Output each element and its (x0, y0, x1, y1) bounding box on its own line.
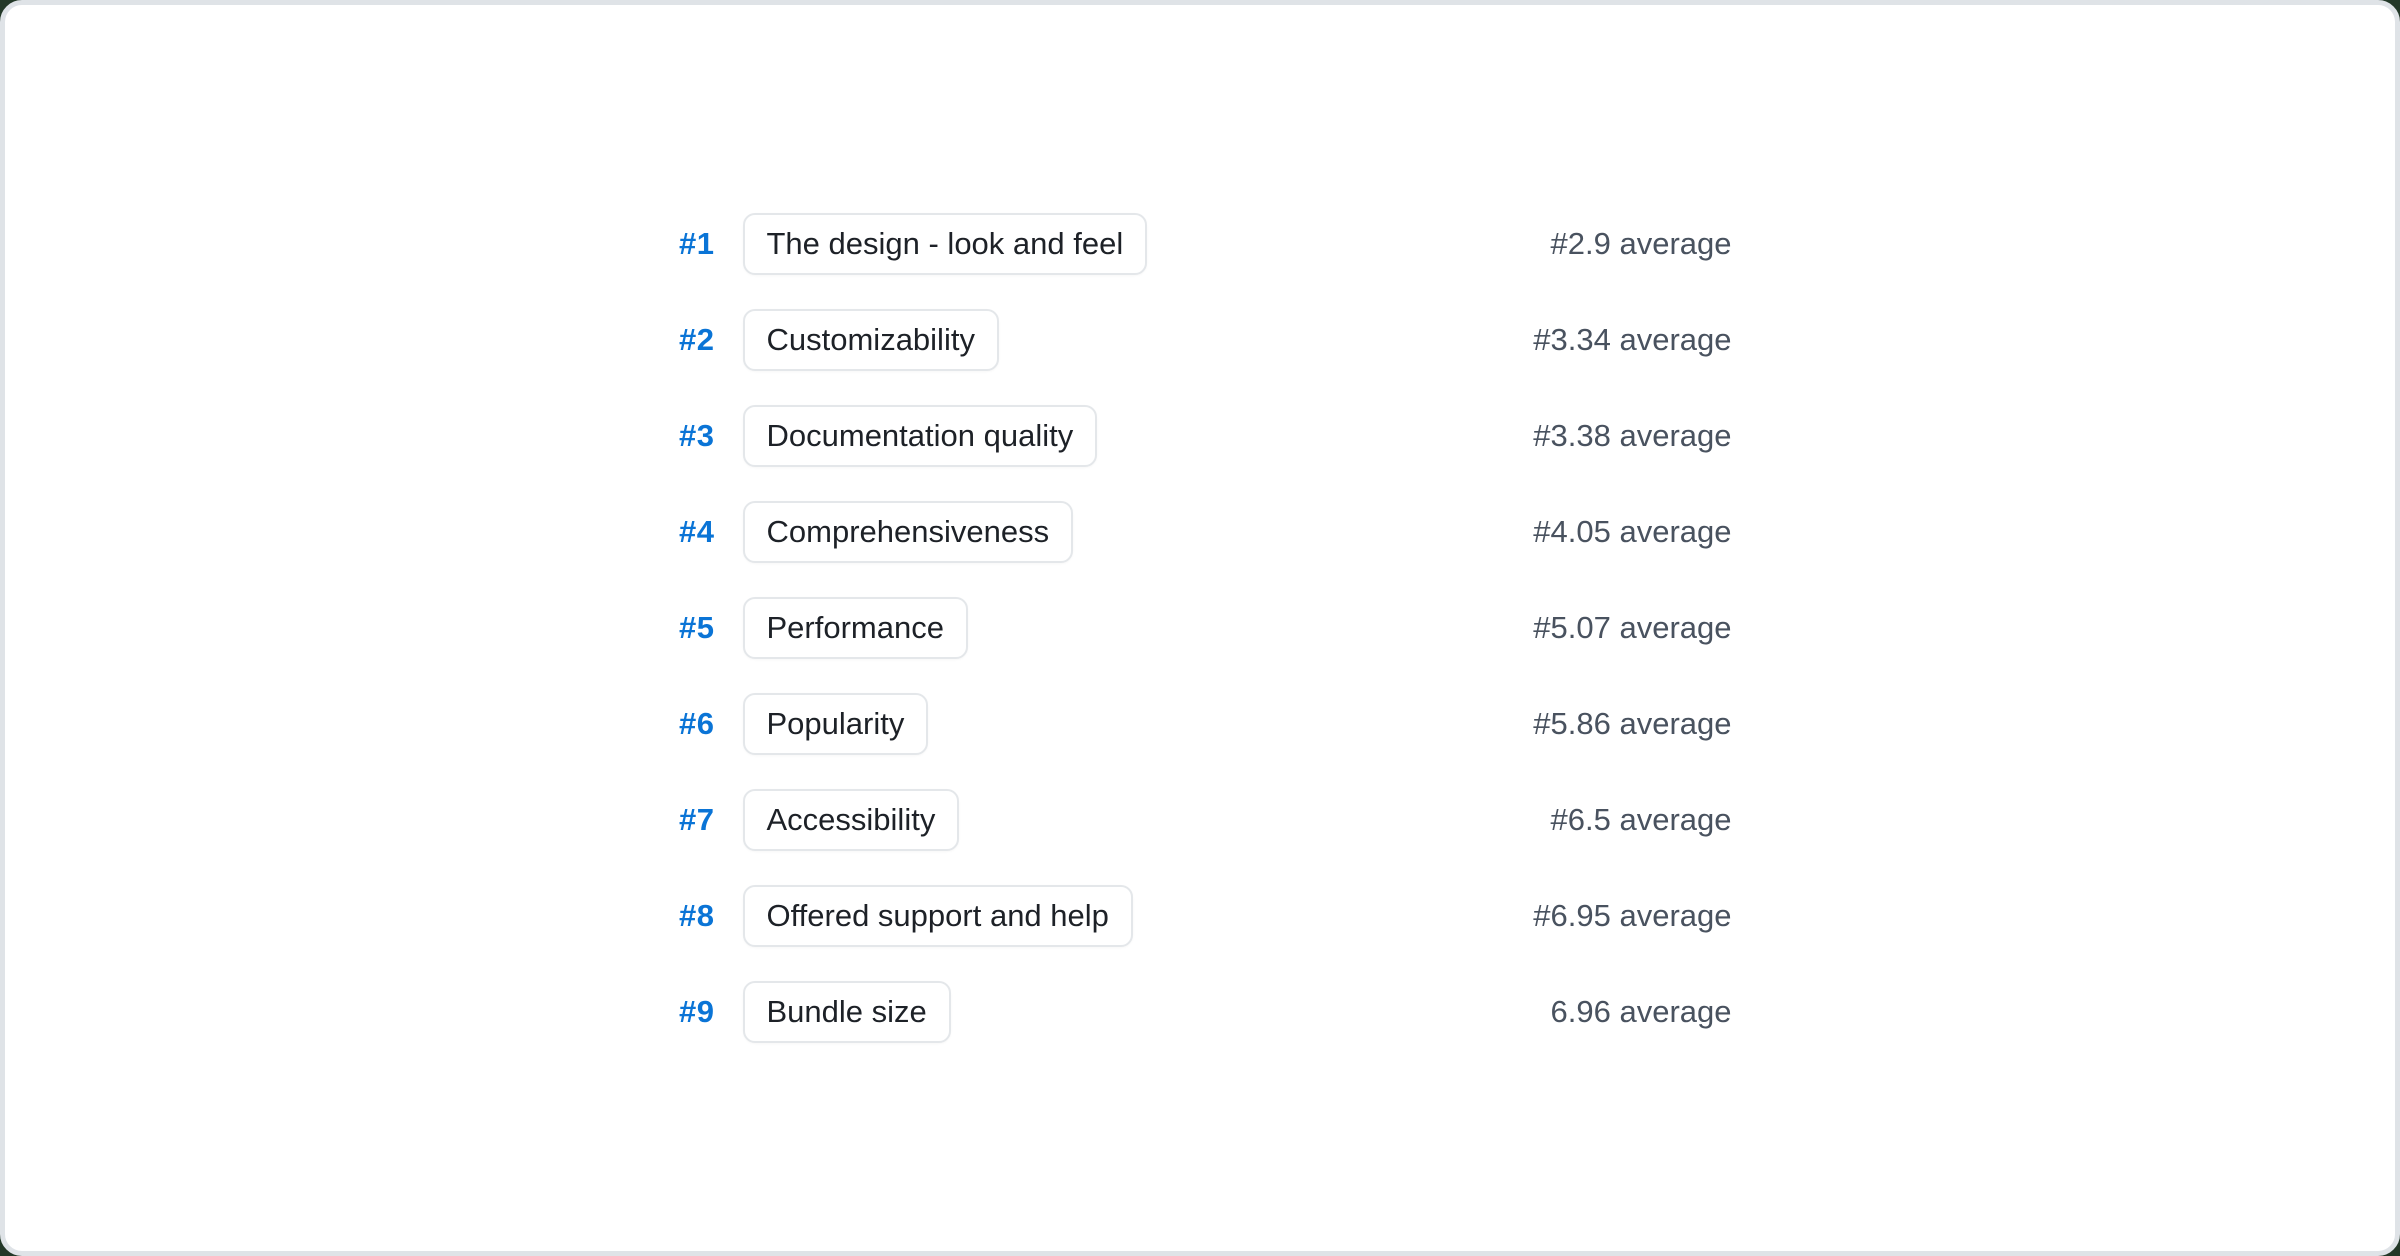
ranking-option-chip[interactable]: Bundle size (743, 981, 951, 1043)
average-score: #5.86 average (1533, 706, 1731, 742)
option-label: Comprehensiveness (767, 514, 1050, 550)
rank-number: #7 (669, 802, 715, 838)
option-label: Bundle size (767, 994, 927, 1030)
ranking-row: #3 Documentation quality #3.38 average (669, 388, 1732, 484)
ranking-option-chip[interactable]: Documentation quality (743, 405, 1098, 467)
ranking-row: #5 Performance #5.07 average (669, 580, 1732, 676)
ranking-option-chip[interactable]: Comprehensiveness (743, 501, 1074, 563)
average-score: #3.34 average (1533, 322, 1731, 358)
option-label: The design - look and feel (767, 226, 1124, 262)
average-score: #2.9 average (1551, 226, 1732, 262)
average-score: #6.95 average (1533, 898, 1731, 934)
ranking-row: #8 Offered support and help #6.95 averag… (669, 868, 1732, 964)
option-label: Offered support and help (767, 898, 1109, 934)
average-score: #5.07 average (1533, 610, 1731, 646)
ranking-option-chip[interactable]: Popularity (743, 693, 929, 755)
ranking-results-list: #1 The design - look and feel #2.9 avera… (669, 196, 1732, 1060)
rank-number: #2 (669, 322, 715, 358)
rank-number: #6 (669, 706, 715, 742)
ranking-row: #9 Bundle size 6.96 average (669, 964, 1732, 1060)
ranking-row: #2 Customizability #3.34 average (669, 292, 1732, 388)
ranking-option-chip[interactable]: Offered support and help (743, 885, 1133, 947)
rank-number: #9 (669, 994, 715, 1030)
average-score: #6.5 average (1551, 802, 1732, 838)
ranking-option-chip[interactable]: Accessibility (743, 789, 960, 851)
ranking-row: #6 Popularity #5.86 average (669, 676, 1732, 772)
rank-number: #3 (669, 418, 715, 454)
average-score: 6.96 average (1551, 994, 1732, 1030)
option-label: Accessibility (767, 802, 936, 838)
option-label: Popularity (767, 706, 905, 742)
option-label: Performance (767, 610, 944, 646)
average-score: #4.05 average (1533, 514, 1731, 550)
rank-number: #8 (669, 898, 715, 934)
ranking-row: #4 Comprehensiveness #4.05 average (669, 484, 1732, 580)
average-score: #3.38 average (1533, 418, 1731, 454)
option-label: Documentation quality (767, 418, 1074, 454)
ranking-row: #7 Accessibility #6.5 average (669, 772, 1732, 868)
option-label: Customizability (767, 322, 975, 358)
results-card: #1 The design - look and feel #2.9 avera… (0, 0, 2400, 1256)
rank-number: #4 (669, 514, 715, 550)
ranking-option-chip[interactable]: The design - look and feel (743, 213, 1148, 275)
ranking-option-chip[interactable]: Customizability (743, 309, 999, 371)
rank-number: #5 (669, 610, 715, 646)
rank-number: #1 (669, 226, 715, 262)
ranking-row: #1 The design - look and feel #2.9 avera… (669, 196, 1732, 292)
ranking-option-chip[interactable]: Performance (743, 597, 968, 659)
